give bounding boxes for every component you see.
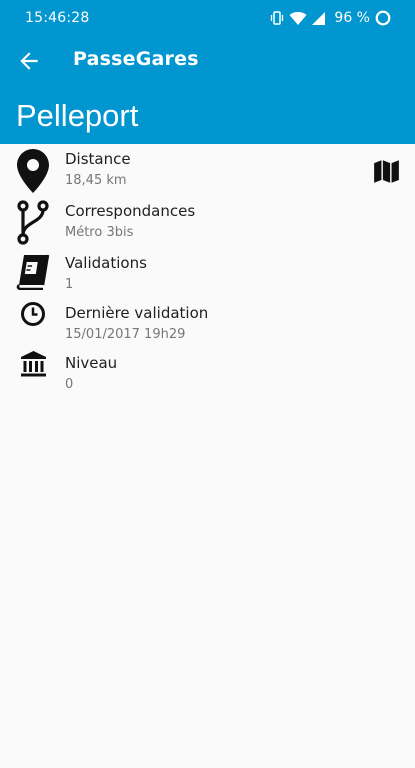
- book-icon: [14, 254, 52, 290]
- back-arrow-icon[interactable]: [16, 48, 42, 74]
- detail-label: Validations: [65, 254, 147, 272]
- detail-row-validations: Validations 1: [0, 254, 415, 302]
- wifi-icon: [289, 11, 307, 26]
- detail-label: Niveau: [65, 354, 118, 372]
- detail-label: Correspondances: [65, 202, 196, 220]
- signal-icon: [311, 11, 326, 26]
- status-bar: 15:46:28 96 %: [0, 0, 415, 36]
- battery-ring-icon: [375, 10, 391, 26]
- app-title: PasseGares: [73, 48, 199, 70]
- detail-label: Dernière validation: [65, 304, 209, 322]
- detail-value: 1: [65, 277, 74, 292]
- detail-row-correspondances: Correspondances Métro 3bis: [0, 200, 415, 250]
- clock-icon: [14, 301, 52, 327]
- status-time: 15:46:28: [25, 10, 90, 26]
- map-pin-icon: [14, 149, 52, 193]
- bank-icon: [14, 351, 52, 377]
- detail-row-niveau: Niveau 0: [0, 351, 415, 402]
- screen: 15:46:28 96 % PasseGares Pelleport Dista…: [0, 0, 415, 768]
- station-name: Pelleport: [16, 98, 139, 133]
- vibrate-icon: [269, 10, 285, 26]
- detail-label: Distance: [65, 150, 131, 168]
- detail-value: 15/01/2017 19h29: [65, 327, 186, 342]
- detail-value: Métro 3bis: [65, 225, 134, 240]
- branch-icon: [14, 200, 52, 246]
- detail-value: 0: [65, 377, 74, 392]
- detail-row-distance: Distance 18,45 km: [0, 149, 415, 198]
- app-bar: PasseGares Pelleport: [0, 36, 415, 144]
- detail-value: 18,45 km: [65, 173, 127, 188]
- detail-row-last-validation: Dernière validation 15/01/2017 19h29: [0, 301, 415, 352]
- battery-percentage: 96 %: [334, 10, 370, 26]
- status-icons: 96 %: [269, 8, 391, 28]
